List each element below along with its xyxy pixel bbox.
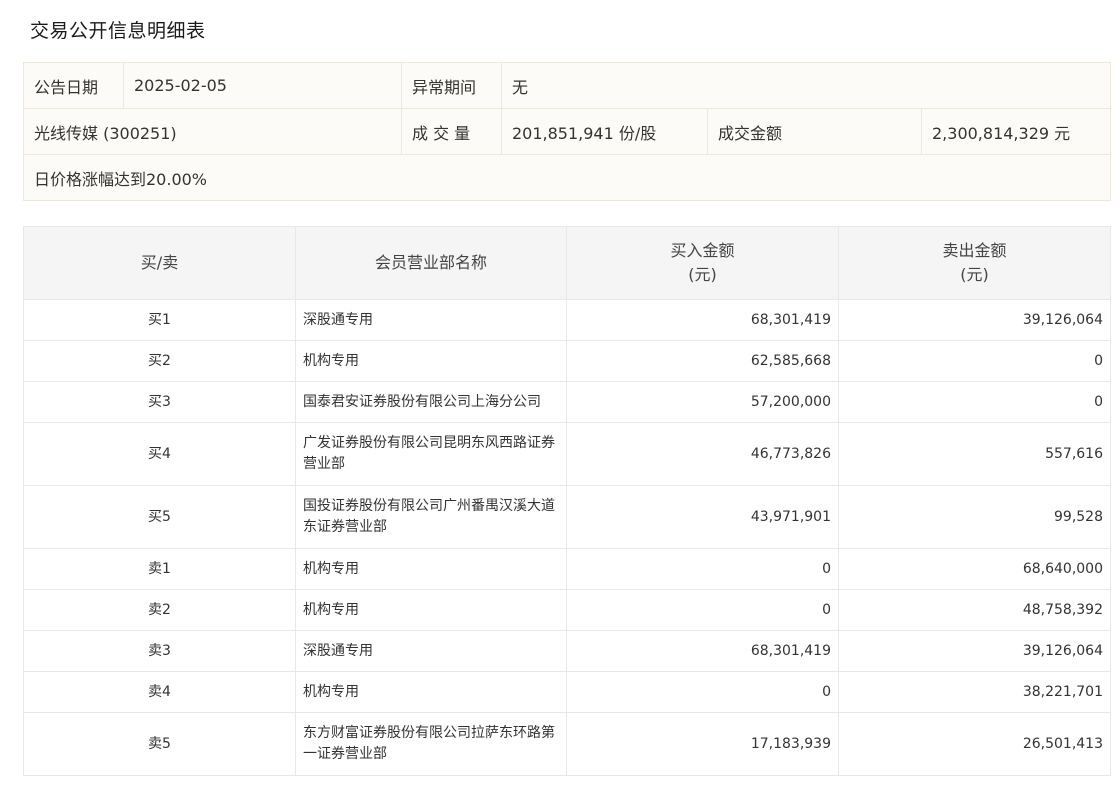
date-label: 公告日期: [23, 62, 124, 109]
table-row: 卖1 机构专用 0 68,640,000: [23, 548, 1111, 590]
header-buy-unit: (元): [688, 265, 717, 284]
row-member-name: 东方财富证券股份有限公司拉萨东环路第一证券营业部: [295, 712, 567, 776]
row-member-name: 机构专用: [295, 548, 567, 590]
page-title: 交易公开信息明细表: [30, 20, 206, 42]
header-side: 买/卖: [23, 226, 296, 300]
row-side: 卖1: [23, 548, 296, 590]
table-row: 卖4 机构专用 0 38,221,701: [23, 671, 1111, 713]
row-buy-amount: 43,971,901: [566, 485, 839, 549]
row-sell-amount: 26,501,413: [838, 712, 1111, 776]
row-sell-amount: 557,616: [838, 422, 1111, 486]
row-sell-amount: 38,221,701: [838, 671, 1111, 713]
summary-info-table: 公告日期 2025-02-05 异常期间 无 光线传媒 (300251) 成 交…: [22, 62, 1112, 201]
volume-label: 成 交 量: [401, 108, 502, 155]
row-buy-amount: 57,200,000: [566, 381, 839, 423]
trade-detail-table: 买/卖 会员营业部名称 买入金额 (元) 卖出金额 (元) 买1 深股通专用 68,…: [23, 226, 1111, 776]
row-sell-amount: 39,126,064: [838, 630, 1111, 672]
row-sell-amount: 99,528: [838, 485, 1111, 549]
table-row: 卖5 东方财富证券股份有限公司拉萨东环路第一证券营业部 17,183,939 26,5…: [23, 712, 1111, 776]
table-row: 卖3 深股通专用 68,301,419 39,126,064: [23, 630, 1111, 672]
row-member-name: 国投证券股份有限公司广州番禺汉溪大道东证券营业部: [295, 485, 567, 549]
table-row: 卖2 机构专用 0 48,758,392: [23, 589, 1111, 631]
row-side: 卖3: [23, 630, 296, 672]
row-sell-amount: 68,640,000: [838, 548, 1111, 590]
table-row: 买5 国投证券股份有限公司广州番禺汉溪大道东证券营业部 43,971,901 99,5…: [23, 485, 1111, 549]
table-body: 买1 深股通专用 68,301,419 39,126,064 买2 机构专用 62,585,…: [23, 299, 1111, 776]
info-row-date: 公告日期 2025-02-05 异常期间 无: [23, 62, 1112, 109]
row-member-name: 机构专用: [295, 671, 567, 713]
row-member-name: 深股通专用: [295, 630, 567, 672]
header-sell-unit: (元): [960, 265, 989, 284]
table-header-row: 买/卖 会员营业部名称 买入金额 (元) 卖出金额 (元): [23, 226, 1111, 300]
period-label: 异常期间: [401, 62, 502, 109]
row-side: 买5: [23, 485, 296, 549]
amount-value: 2,300,814,329 元: [920, 108, 1112, 155]
info-row-reason: 日价格涨幅达到20.00%: [22, 154, 1112, 201]
row-sell-amount: 0: [838, 340, 1111, 382]
stock-name-code: 光线传媒 (300251): [23, 108, 402, 155]
row-buy-amount: 46,773,826: [566, 422, 839, 486]
amount-label: 成交金额: [707, 108, 922, 155]
row-member-name: 广发证券股份有限公司昆明东风西路证券营业部: [295, 422, 567, 486]
row-member-name: 深股通专用: [295, 299, 567, 341]
info-row-stock: 光线传媒 (300251) 成 交 量 201,851,941 份/股 成交金额…: [23, 108, 1112, 155]
date-value: 2025-02-05: [123, 62, 402, 109]
row-sell-amount: 0: [838, 381, 1111, 423]
row-side: 买2: [23, 340, 296, 382]
row-member-name: 机构专用: [295, 340, 567, 382]
row-sell-amount: 39,126,064: [838, 299, 1111, 341]
table-row: 买4 广发证券股份有限公司昆明东风西路证券营业部 46,773,826 557,616: [23, 422, 1111, 486]
table-row: 买2 机构专用 62,585,668 0: [23, 340, 1111, 382]
row-buy-amount: 62,585,668: [566, 340, 839, 382]
header-buy-label: 买入金额: [670, 241, 735, 260]
row-member-name: 国泰君安证券股份有限公司上海分公司: [295, 381, 567, 423]
volume-value: 201,851,941 份/股: [501, 108, 708, 155]
header-sell-label: 卖出金额: [942, 241, 1007, 260]
row-side: 卖5: [23, 712, 296, 776]
row-buy-amount: 0: [566, 589, 839, 631]
row-buy-amount: 68,301,419: [566, 299, 839, 341]
row-sell-amount: 48,758,392: [838, 589, 1111, 631]
row-side: 买3: [23, 381, 296, 423]
header-sell-amount: 卖出金额 (元): [838, 226, 1111, 300]
row-buy-amount: 68,301,419: [566, 630, 839, 672]
row-member-name: 机构专用: [295, 589, 567, 631]
row-side: 买1: [23, 299, 296, 341]
row-buy-amount: 0: [566, 671, 839, 713]
header-member: 会员营业部名称: [295, 226, 567, 300]
row-side: 买4: [23, 422, 296, 486]
reason-text: 日价格涨幅达到20.00%: [22, 154, 1112, 201]
header-buy-amount: 买入金额 (元): [566, 226, 839, 300]
page: 交易公开信息明细表 公告日期 2025-02-05 异常期间 无 光线传媒 (3…: [0, 0, 1120, 802]
row-side: 卖4: [23, 671, 296, 713]
row-buy-amount: 0: [566, 548, 839, 590]
row-side: 卖2: [23, 589, 296, 631]
table-row: 买3 国泰君安证券股份有限公司上海分公司 57,200,000 0: [23, 381, 1111, 423]
period-value: 无: [500, 62, 1112, 109]
row-buy-amount: 17,183,939: [566, 712, 839, 776]
table-row: 买1 深股通专用 68,301,419 39,126,064: [23, 299, 1111, 341]
